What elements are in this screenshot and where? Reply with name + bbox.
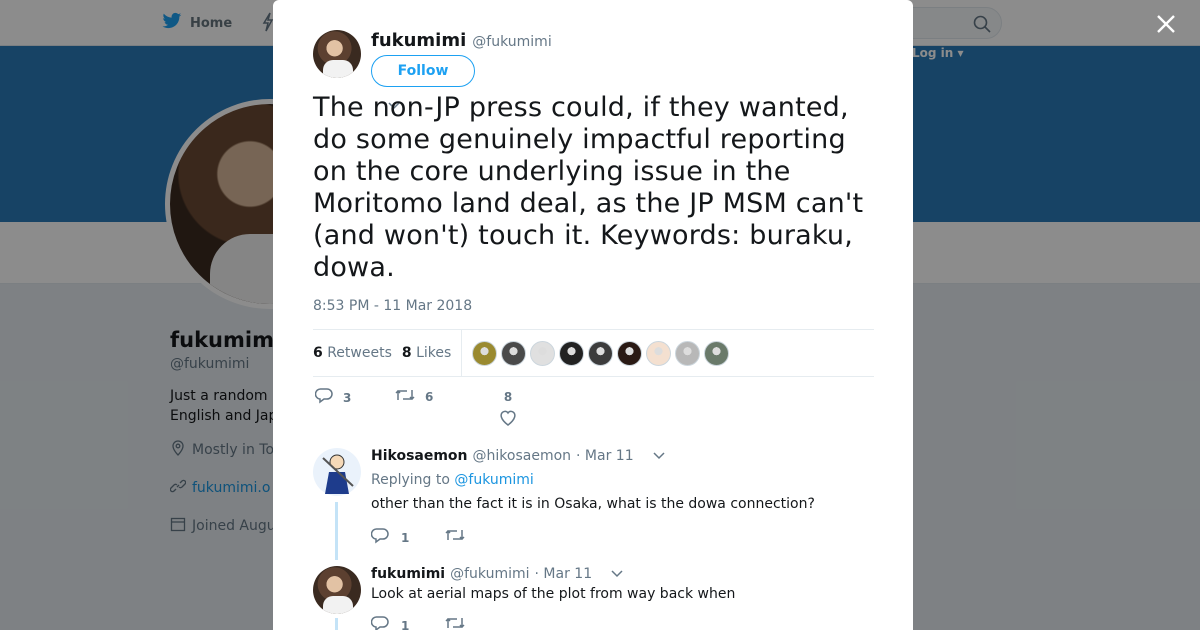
author-avatar[interactable] <box>313 30 361 78</box>
liker-avatar[interactable] <box>530 340 556 366</box>
reply-avatar[interactable] <box>313 448 361 496</box>
reply-time[interactable]: · Mar 11 <box>535 566 593 582</box>
liker-avatar[interactable] <box>617 340 643 366</box>
thread-connector <box>335 502 338 560</box>
liker-avatar[interactable] <box>472 340 498 366</box>
reply-icon <box>314 388 333 407</box>
liker-avatar[interactable] <box>501 340 527 366</box>
retweet-icon <box>395 388 415 405</box>
liker-avatar[interactable] <box>646 340 672 366</box>
chevron-down-icon[interactable] <box>653 448 665 464</box>
heart-icon <box>499 410 517 429</box>
close-icon[interactable] <box>1155 13 1177 35</box>
author-handle[interactable]: @fukumimi <box>472 34 551 50</box>
tweet-author: fukumimi @fukumimi Follow <box>313 30 552 87</box>
reply-author-name[interactable]: fukumimi <box>371 566 445 582</box>
reply-time[interactable]: · Mar 11 <box>576 448 634 464</box>
reply-author-handle[interactable]: @fukumimi <box>450 566 529 582</box>
retweets-stat[interactable]: 6 Retweets <box>313 345 392 361</box>
replying-to: Replying to @fukumimi <box>371 472 534 488</box>
author-fullname[interactable]: fukumimi <box>371 30 466 51</box>
likes-stat[interactable]: 8 Likes <box>402 345 451 361</box>
replying-to-link[interactable]: @fukumimi <box>454 472 533 488</box>
tweet-text: The non-JP press could, if they wanted, … <box>313 92 864 283</box>
liker-avatar[interactable] <box>704 340 730 366</box>
reply-tweet[interactable]: fukumimi @fukumimi · Mar 11 Look at aeri… <box>313 566 873 630</box>
liker-avatar[interactable] <box>675 340 701 366</box>
retweet-icon[interactable] <box>445 616 465 630</box>
thread-connector <box>335 618 338 630</box>
liker-avatar[interactable] <box>559 340 585 366</box>
reply-avatar[interactable] <box>313 566 361 614</box>
like-button[interactable]: 8 <box>499 390 517 429</box>
retweet-icon[interactable] <box>445 528 465 547</box>
reply-author-name[interactable]: Hikosaemon <box>371 448 468 464</box>
reply-icon <box>370 528 389 547</box>
tweet-actions: 3 6 8 <box>313 388 613 428</box>
tweet-modal: fukumimi @fukumimi Follow The non-JP pre… <box>273 0 913 630</box>
reply-text: Look at aerial maps of the plot from way… <box>371 586 736 602</box>
tweet-timestamp[interactable]: 8:53 PM - 11 Mar 2018 <box>313 298 472 314</box>
reply-author-handle[interactable]: @hikosaemon <box>473 448 572 464</box>
reply-button[interactable]: 1 <box>370 528 409 547</box>
reply-button[interactable]: 1 <box>370 616 409 630</box>
reply-actions: 1 <box>370 616 465 630</box>
follow-button[interactable]: Follow <box>371 55 475 87</box>
tweet-stats: 6 Retweets 8 Likes <box>313 329 874 377</box>
reply-actions: 1 <box>370 528 465 547</box>
retweet-button[interactable]: 6 <box>395 388 433 405</box>
reply-icon <box>370 616 389 630</box>
liker-avatar[interactable] <box>588 340 614 366</box>
reply-text: other than the fact it is in Osaka, what… <box>371 496 815 512</box>
likers-avatars <box>472 340 730 366</box>
chevron-down-icon[interactable] <box>611 566 623 582</box>
reply-button[interactable]: 3 <box>314 388 351 407</box>
reply-tweet[interactable]: Hikosaemon @hikosaemon · Mar 11 Replying… <box>313 448 873 558</box>
